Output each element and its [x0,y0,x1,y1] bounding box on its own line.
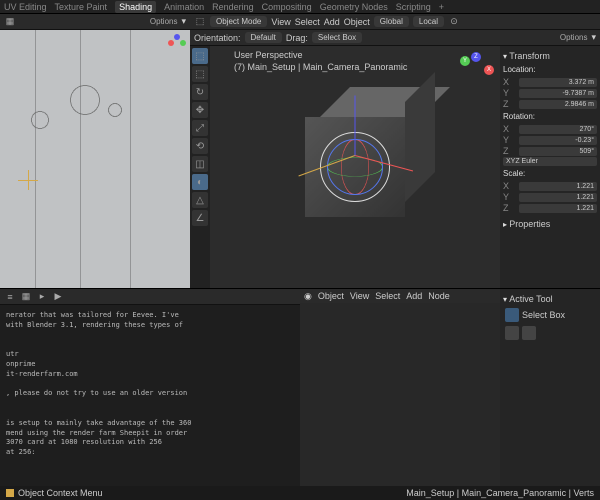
tool-shelf[interactable]: ⬚ ⬚ ↻ ✥ ⤢ ⟲ ◫ ◐ △ ∠ [190,46,210,288]
tab-shading[interactable]: Shading [115,1,156,13]
node-editor-header[interactable]: ◉ Object View Select Add Node [300,289,500,303]
text-content[interactable]: nerator that was tailored for Eevee. I'v… [0,305,300,486]
editor-type-icon[interactable]: ≡ [4,291,16,303]
workspace-tabs[interactable]: UV Editing Texture Paint Shading Animati… [0,0,600,14]
tab-scripting[interactable]: Scripting [396,2,431,12]
text-icon[interactable]: ▦ [20,291,32,303]
perspective-label: User Perspective (7) Main_Setup | Main_C… [234,50,407,73]
scale-tool[interactable]: ⤢ [192,120,208,136]
image-editor-header[interactable]: ▦ Options ▾ [0,14,190,30]
active-tool-item: Select Box [503,306,597,324]
menu-add[interactable]: Add [324,17,340,27]
annotate-tool[interactable]: ◫ [192,156,208,172]
tab-compositing[interactable]: Compositing [262,2,312,12]
editor-type-icon[interactable]: ⬚ [194,16,206,28]
chevron-down-icon: ▾ [591,32,596,43]
scale-x-field[interactable]: 1.221 [519,182,597,191]
tab-rendering[interactable]: Rendering [212,2,254,12]
measure-tool[interactable]: ◐ [192,174,208,190]
n-panel[interactable]: ▾ Transform Location: X3.372 m Y-9.7387 … [500,46,600,288]
text-editor-header[interactable]: ≡ ▦ ▸ ▶ [0,289,300,305]
chevron-down-icon: ▾ [181,16,186,27]
tab-uv[interactable]: UV Editing [4,2,47,12]
options-dropdown[interactable]: Options [560,33,588,42]
tab-animation[interactable]: Animation [164,2,204,12]
scale-label: Scale: [503,167,597,180]
node-type-object[interactable]: Object [318,291,344,301]
transform-header[interactable]: ▾ Transform [503,49,597,63]
rot-y-field[interactable]: -0.23° [519,136,597,145]
viewport-subheader[interactable]: Orientation: Default Drag: Select Box Op… [190,30,600,46]
image-viewport[interactable] [0,30,190,288]
rot-z-field[interactable]: 509° [519,147,597,156]
nav-gizmo-icon[interactable] [168,34,186,52]
text-editor: ≡ ▦ ▸ ▶ nerator that was tailored for Ee… [0,289,300,486]
folder-icon[interactable]: ▸ [36,291,48,303]
active-tool-panel: ▾ Active Tool Select Box [500,289,600,486]
tool-icon[interactable] [522,326,536,340]
rotate-tool[interactable]: ✥ [192,102,208,118]
orientation-global[interactable]: Global [374,16,409,27]
menu-node[interactable]: Node [428,291,450,301]
rotation-label: Rotation: [503,110,597,123]
select-box-tool[interactable]: ⬚ [192,48,208,64]
y-axis-icon[interactable]: Y [460,56,470,66]
select-box-icon [505,308,519,322]
run-icon[interactable]: ▶ [52,291,64,303]
x-axis-icon[interactable]: X [484,65,494,75]
scale-z-field[interactable]: 1.221 [519,204,597,213]
context-menu-hint: Object Context Menu [18,488,103,498]
menu-select[interactable]: Select [295,17,320,27]
editor-type-icon[interactable]: ◉ [304,291,312,302]
scene-stats: Main_Setup | Main_Camera_Panoramic | Ver… [406,488,594,498]
loc-y-field[interactable]: -9.7387 m [519,89,597,98]
status-bar: Object Context Menu Main_Setup | Main_Ca… [0,486,600,500]
transform-tool[interactable]: ⟲ [192,138,208,154]
properties-header[interactable]: ▸ Properties [503,217,597,231]
node-graph[interactable] [300,303,500,486]
tab-texture[interactable]: Texture Paint [55,2,108,12]
options-dropdown[interactable]: Options [150,17,178,26]
viewport-3d[interactable]: User Perspective (7) Main_Setup | Main_C… [210,46,500,288]
drag-label: Drag: [286,33,308,43]
menu-view[interactable]: View [350,291,369,301]
rot-x-field[interactable]: 270° [519,125,597,134]
scale-y-field[interactable]: 1.221 [519,193,597,202]
cursor-2d-icon [18,170,38,190]
orientation-label: Orientation: [194,33,241,43]
menu-object[interactable]: Object [344,17,370,27]
location-label: Location: [503,63,597,76]
tab-geonodes[interactable]: Geometry Nodes [320,2,388,12]
rotation-mode-select[interactable]: XYZ Euler [503,157,597,166]
move-tool[interactable]: ↻ [192,84,208,100]
cursor-tool[interactable]: ⬚ [192,66,208,82]
add-workspace-button[interactable]: + [439,2,444,12]
context-icon [6,489,14,497]
loc-z-field[interactable]: 2.9846 m [519,100,597,109]
active-tool-header[interactable]: ▾ Active Tool [503,292,597,306]
z-axis-icon[interactable]: Z [471,52,481,62]
image-editor: ▦ Options ▾ [0,14,190,288]
nav-gizmo[interactable]: X Y Z [458,52,494,88]
viewport-header[interactable]: ⬚ Object Mode View Select Add Object Glo… [190,14,600,30]
orientation-default[interactable]: Default [245,32,282,43]
add-tool[interactable]: △ [192,192,208,208]
loc-x-field[interactable]: 3.372 m [519,78,597,87]
editor-type-icon[interactable]: ▦ [4,16,16,28]
drag-select-box[interactable]: Select Box [312,32,362,43]
snap-icon[interactable]: ⊙ [448,16,460,28]
orientation-local[interactable]: Local [413,16,444,27]
menu-add[interactable]: Add [406,291,422,301]
node-editor: ◉ Object View Select Add Node [300,289,500,486]
extra-tool[interactable]: ∠ [192,210,208,226]
mode-select[interactable]: Object Mode [210,16,267,27]
tool-icon[interactable] [505,326,519,340]
menu-view[interactable]: View [271,17,290,27]
menu-select[interactable]: Select [375,291,400,301]
